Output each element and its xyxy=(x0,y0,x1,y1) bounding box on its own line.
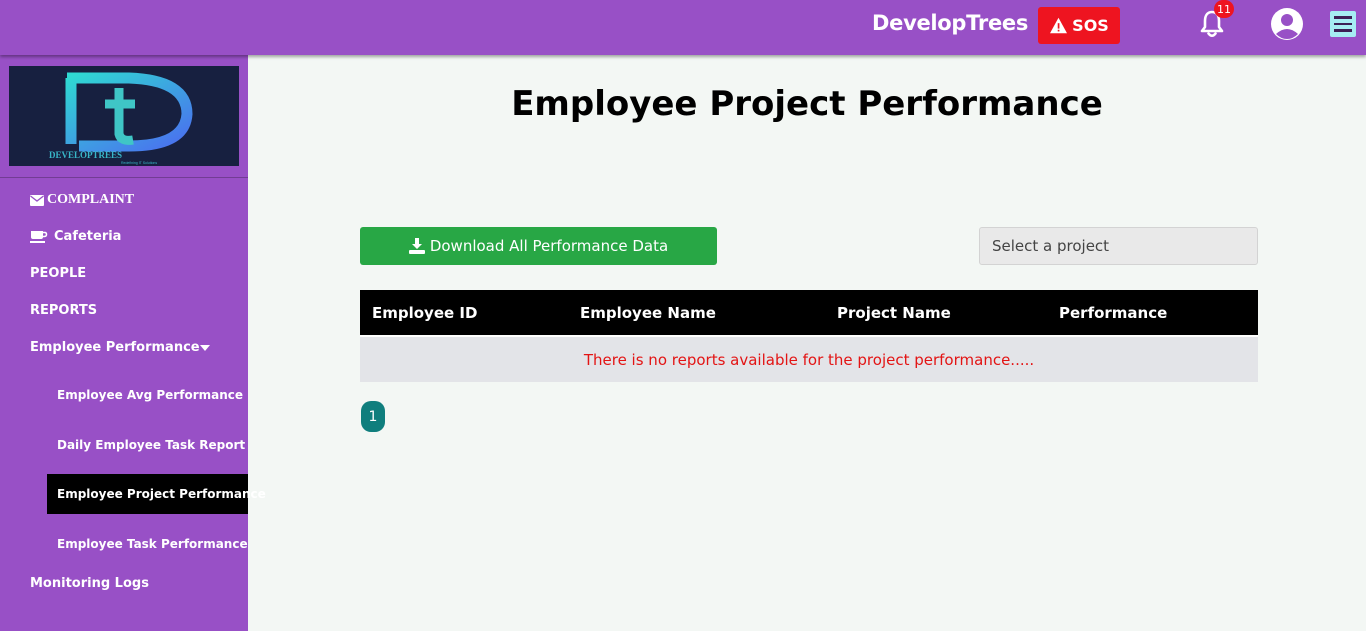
download-icon xyxy=(408,238,425,254)
column-header-employee-id: Employee ID xyxy=(372,304,478,322)
sidebar-item-cafeteria[interactable]: Cafeteria xyxy=(30,229,121,244)
column-header-project-name: Project Name xyxy=(837,304,951,322)
project-select[interactable]: Select a project xyxy=(979,227,1258,265)
sidebar-subitem-employee-project-performance[interactable]: Employee Project Performance xyxy=(57,487,266,501)
caret-down-icon xyxy=(199,344,210,351)
logo-tagline: Redefining IT Solutions xyxy=(121,161,157,165)
sidebar-subitem-employee-avg-performance[interactable]: Employee Avg Performance xyxy=(57,388,243,402)
sidebar-item-label: COMPLAINT xyxy=(47,192,135,207)
brand-title[interactable]: DevelopTrees xyxy=(872,11,1028,35)
project-select-placeholder: Select a project xyxy=(992,237,1110,255)
sidebar-item-people[interactable]: PEOPLE xyxy=(30,266,86,281)
download-all-button[interactable]: Download All Performance Data xyxy=(360,227,717,265)
top-navbar: DevelopTrees SOS 11 xyxy=(0,0,1366,55)
sidebar-subitem-label: Employee Avg Performance xyxy=(57,388,244,402)
table-empty-message: There is no reports available for the pr… xyxy=(360,335,1258,382)
sidebar-item-employee-performance[interactable]: Employee Performance xyxy=(30,340,210,355)
sidebar-item-label: Employee Performance xyxy=(30,340,200,355)
sidebar-item-label: PEOPLE xyxy=(30,266,87,281)
sidebar-subitem-employee-task-performance[interactable]: Employee Task Performance xyxy=(57,537,248,551)
column-header-performance: Performance xyxy=(1059,304,1168,322)
download-label: Download All Performance Data xyxy=(429,237,669,255)
logo-divider xyxy=(0,177,248,178)
sidebar-item-reports[interactable]: REPORTS xyxy=(30,303,97,318)
sidebar: DEVELOPTREES Redefining IT Solutions COM… xyxy=(0,55,266,631)
envelope-icon xyxy=(30,194,44,206)
sidebar-item-label: Monitoring Logs xyxy=(30,576,149,591)
sidebar-item-label: REPORTS xyxy=(30,303,98,318)
warning-icon xyxy=(1050,17,1068,34)
performance-table: Employee ID Employee Name Project Name P… xyxy=(360,290,1258,382)
sos-label: SOS xyxy=(1072,16,1109,35)
notification-badge: 11 xyxy=(1214,0,1234,18)
page-title: Employee Project Performance xyxy=(511,84,1103,124)
sidebar-item-monitoring-logs[interactable]: Monitoring Logs xyxy=(30,576,149,591)
sidebar-subitem-label: Employee Project Performance xyxy=(57,487,266,501)
coffee-icon xyxy=(30,231,48,243)
logo-text: DEVELOPTREES xyxy=(49,150,122,160)
sos-button[interactable]: SOS xyxy=(1038,7,1120,44)
sidebar-subitem-daily-employee-task-report[interactable]: Daily Employee Task Report xyxy=(57,438,245,452)
hamburger-menu-icon[interactable] xyxy=(1330,11,1356,37)
sidebar-subitem-label: Employee Task Performance xyxy=(57,537,248,551)
column-header-employee-name: Employee Name xyxy=(580,304,716,322)
user-circle-icon[interactable] xyxy=(1270,7,1304,41)
table-header: Employee ID Employee Name Project Name P… xyxy=(360,290,1258,335)
sidebar-item-complaint[interactable]: COMPLAINT xyxy=(30,192,134,208)
developtrees-logo[interactable]: DEVELOPTREES Redefining IT Solutions xyxy=(9,66,239,166)
sidebar-item-label: Cafeteria xyxy=(54,229,122,244)
pagination-page-button[interactable]: 1 xyxy=(361,401,385,432)
sidebar-subitem-label: Daily Employee Task Report xyxy=(57,438,246,452)
